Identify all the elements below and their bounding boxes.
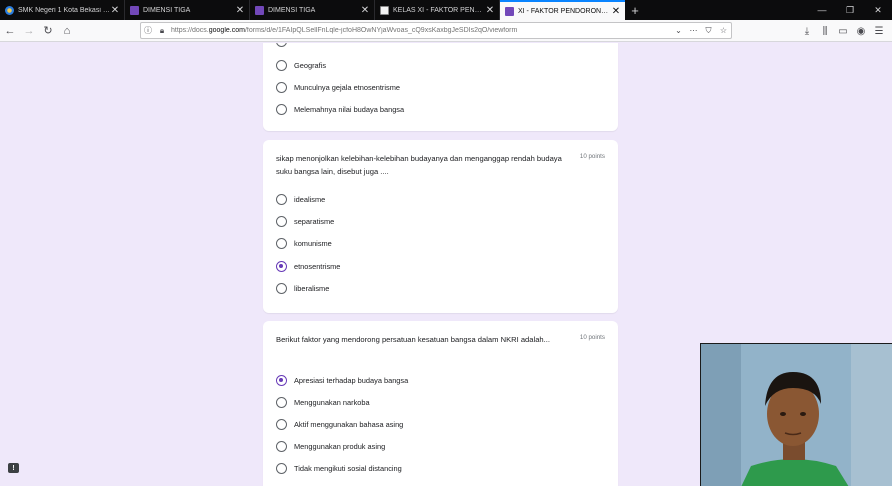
window-controls: — ❐ ✕ — [808, 0, 892, 20]
tab-title: XI - FAKTOR PENDORONG DAN — [518, 7, 611, 15]
forms-icon — [505, 6, 514, 16]
question-text: Berikut faktor yang mendorong persatuan … — [276, 335, 550, 344]
option-geografis[interactable]: Geografis — [276, 58, 326, 72]
radio-button[interactable] — [276, 81, 287, 93]
question-points: 10 points — [579, 334, 605, 341]
option-cutoff[interactable] — [276, 43, 287, 48]
radio-button[interactable] — [276, 59, 287, 71]
navigation-toolbar: ← → ↻ ⌂ ⓘ 🔒︎ https://docs.google.com/for… — [0, 20, 892, 42]
option-sosial-distancing[interactable]: Tidak mengikuti sosial distancing — [276, 461, 402, 475]
option-liberalisme[interactable]: liberalisme — [276, 281, 329, 295]
tab-title: DIMENSI TIGA — [268, 6, 316, 14]
url-prefix: https://docs. — [171, 27, 209, 34]
option-apresiasi-budaya[interactable]: Apresiasi terhadap budaya bangsa — [276, 373, 408, 387]
tab-title: SMK Negeri 1 Kota Bekasi - PO — [18, 6, 110, 14]
url-dropdown-icon[interactable]: ⌄ — [671, 26, 686, 35]
classroom-icon — [380, 5, 389, 15]
option-separatisme[interactable]: separatisme — [276, 214, 334, 228]
page-actions-icon[interactable]: ⋯ — [686, 26, 701, 35]
reload-button[interactable]: ↻ — [39, 22, 57, 40]
close-tab-icon[interactable]: ✕ — [485, 5, 495, 16]
radio-button[interactable] — [276, 282, 287, 294]
library-icon[interactable]: ⫼ — [816, 22, 834, 40]
close-tab-icon[interactable]: ✕ — [110, 5, 120, 16]
school-logo-icon — [5, 5, 14, 15]
option-etnosentrisme[interactable]: etnosentrisme — [276, 259, 340, 273]
option-label: Menggunakan produk asing — [294, 441, 386, 451]
lock-icon[interactable]: 🔒︎ — [155, 26, 169, 36]
close-tab-icon[interactable]: ✕ — [611, 6, 621, 17]
close-window-button[interactable]: ✕ — [864, 0, 892, 20]
tab-kelas-xi[interactable]: KELAS XI - FAKTOR PENDORONG ✕ — [375, 0, 500, 20]
feedback-icon[interactable]: ! — [8, 463, 19, 473]
option-label: Tidak mengikuti sosial distancing — [294, 463, 402, 473]
option-narkoba[interactable]: Menggunakan narkoba — [276, 395, 370, 409]
question-card: sikap menonjolkan kelebihan-kelebihan bu… — [263, 140, 618, 313]
radio-button[interactable] — [276, 215, 287, 227]
question-card: Berikut faktor yang mendorong persatuan … — [263, 321, 618, 486]
option-bahasa-asing[interactable]: Aktif menggunakan bahasa asing — [276, 417, 403, 431]
tab-smk-negeri[interactable]: SMK Negeri 1 Kota Bekasi - PO ✕ — [0, 0, 125, 20]
radio-button-checked[interactable] — [276, 260, 287, 272]
radio-button[interactable] — [276, 193, 287, 205]
url-domain: google.com — [208, 27, 245, 34]
question-points: 10 points — [579, 153, 605, 160]
tab-title: DIMENSI TIGA — [143, 6, 191, 14]
tab-strip: SMK Negeri 1 Kota Bekasi - PO ✕ DIMENSI … — [0, 0, 892, 20]
option-label: Melemahnya nilai budaya bangsa — [294, 104, 405, 114]
radio-button-checked[interactable] — [276, 374, 287, 386]
webcam-overlay — [700, 343, 892, 486]
forward-button[interactable]: → — [20, 22, 38, 40]
tab-title: KELAS XI - FAKTOR PENDORONG — [393, 6, 485, 14]
tab-faktor-pendorong[interactable]: XI - FAKTOR PENDORONG DAN ✕ — [500, 0, 625, 20]
option-label: komunisme — [294, 238, 332, 248]
radio-button[interactable] — [276, 103, 287, 115]
minimize-button[interactable]: — — [808, 0, 836, 20]
restore-button[interactable]: ❐ — [836, 0, 864, 20]
forms-icon — [130, 5, 139, 15]
downloads-icon[interactable]: ⤓ — [798, 22, 816, 40]
back-button[interactable]: ← — [1, 22, 19, 40]
close-tab-icon[interactable]: ✕ — [360, 5, 370, 16]
option-label: Munculnya gejala etnosentrisme — [294, 82, 400, 92]
option-label: separatisme — [294, 216, 335, 226]
menu-icon[interactable]: ☰ — [870, 22, 888, 40]
radio-button[interactable] — [276, 237, 287, 249]
radio-button[interactable] — [276, 462, 287, 474]
address-bar[interactable]: ⓘ 🔒︎ https://docs.google.com/forms/d/e/1… — [140, 22, 732, 39]
account-icon[interactable]: ◉ — [852, 22, 870, 40]
new-tab-button[interactable]: + — [625, 0, 645, 20]
option-label: Aktif menggunakan bahasa asing — [294, 419, 404, 429]
option-label: idealisme — [294, 194, 326, 204]
url-path: /forms/d/e/1FAIpQLSellFnLqle-jcfoH8OwNYj… — [244, 27, 518, 34]
tab-dimensi-tiga-1[interactable]: DIMENSI TIGA ✕ — [125, 0, 250, 20]
close-tab-icon[interactable]: ✕ — [235, 5, 245, 16]
option-idealisme[interactable]: idealisme — [276, 192, 325, 206]
home-button[interactable]: ⌂ — [58, 22, 76, 40]
option-label: liberalisme — [294, 283, 330, 293]
question-card: Geografis Munculnya gejala etnosentrisme… — [263, 43, 618, 131]
option-gejala-etnosentrisme[interactable]: Munculnya gejala etnosentrisme — [276, 80, 400, 94]
option-label: etnosentrisme — [294, 261, 341, 271]
tab-dimensi-tiga-2[interactable]: DIMENSI TIGA ✕ — [250, 0, 375, 20]
radio-button[interactable] — [276, 396, 287, 408]
question-text: sikap menonjolkan kelebihan-kelebihan bu… — [276, 154, 562, 176]
option-label: Menggunakan narkoba — [294, 397, 370, 407]
radio-button[interactable] — [276, 418, 287, 430]
forms-icon — [255, 5, 264, 15]
option-produk-asing[interactable]: Menggunakan produk asing — [276, 439, 385, 453]
option-melemahnya-nilai[interactable]: Melemahnya nilai budaya bangsa — [276, 102, 404, 116]
bookmark-star-icon[interactable]: ☆ — [716, 26, 731, 35]
radio-button[interactable] — [276, 43, 287, 47]
radio-button[interactable] — [276, 440, 287, 452]
url-text[interactable]: https://docs.google.com/forms/d/e/1FAIpQ… — [169, 27, 671, 34]
sidebar-icon[interactable]: ▭ — [834, 22, 852, 40]
option-label: Geografis — [294, 60, 327, 70]
option-label: Apresiasi terhadap budaya bangsa — [294, 375, 409, 385]
pocket-icon[interactable]: ⛉ — [701, 26, 716, 36]
webcam-person-illustration — [701, 344, 892, 486]
option-komunisme[interactable]: komunisme — [276, 236, 332, 250]
site-info-icon[interactable]: ⓘ — [141, 25, 155, 36]
